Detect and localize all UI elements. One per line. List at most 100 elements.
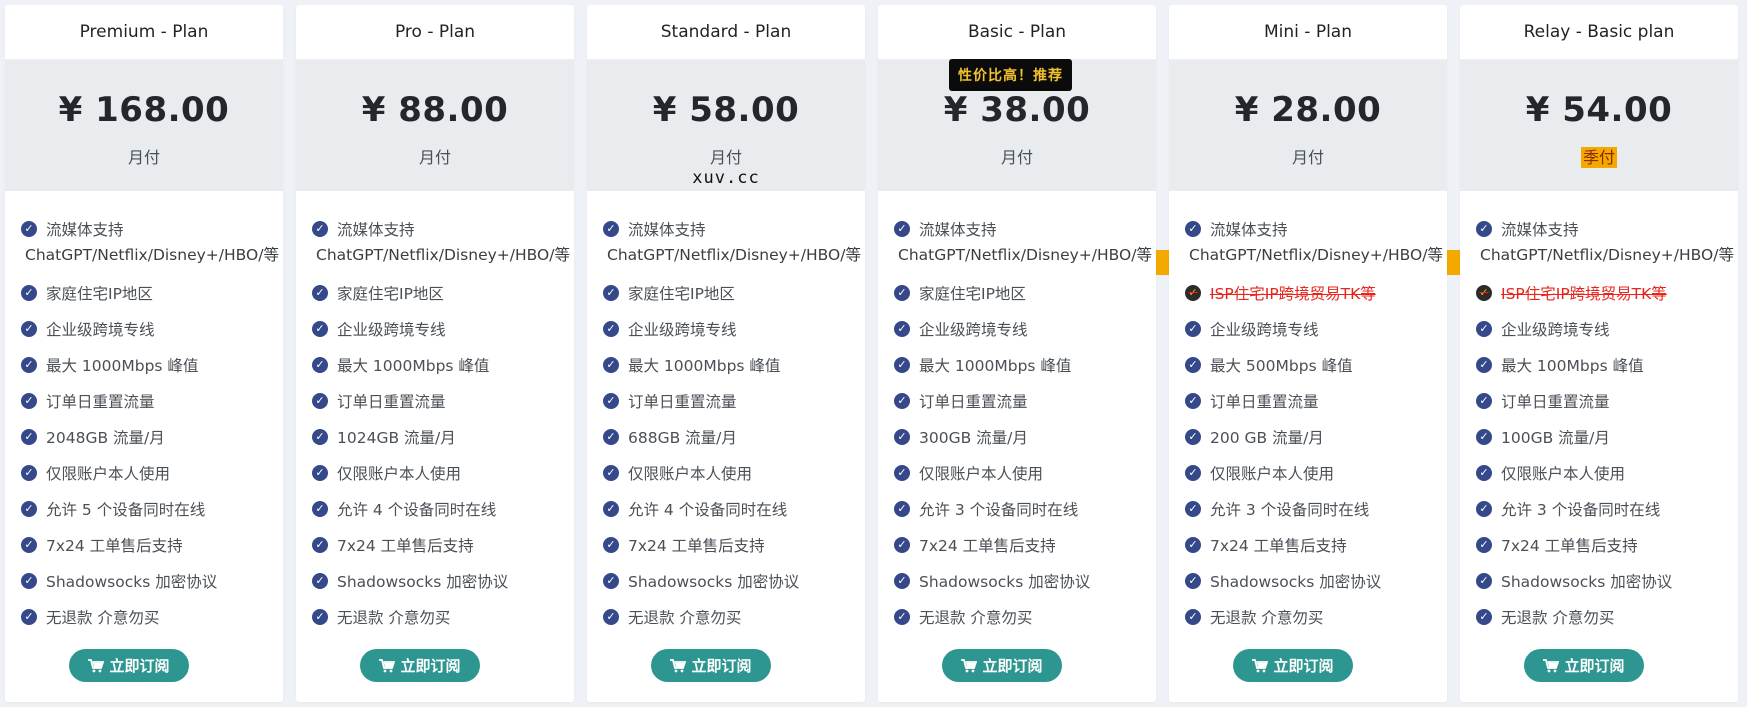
subscribe-label: 立即订阅 xyxy=(691,657,752,675)
feature-item: ✓ 企业级跨境专线 xyxy=(1169,311,1447,347)
feature-item: ✓ 无退款 介意勿买 xyxy=(587,599,865,635)
feature-text: 最大 1000Mbps 峰值 xyxy=(46,357,199,375)
check-circle-icon: ✓ xyxy=(1476,609,1492,625)
feature-text: 家庭住宅IP地区 xyxy=(919,285,1026,303)
check-circle-icon: ✓ xyxy=(603,357,619,373)
feature-text: 最大 100Mbps 峰值 xyxy=(1501,357,1644,375)
feature-text: 订单日重置流量 xyxy=(1210,393,1319,411)
check-circle-icon: ✓ xyxy=(21,393,37,409)
feature-item: ✓ 仅限账户本人使用 xyxy=(1169,455,1447,491)
feature-text: 企业级跨境专线 xyxy=(46,321,155,339)
feature-item-sub: ChatGPT/Netflix/Disney+/HBO/等 xyxy=(1169,241,1447,267)
subscribe-button[interactable]: 立即订阅 xyxy=(651,649,771,682)
feature-text: ChatGPT/Netflix/Disney+/HBO/等 xyxy=(25,246,279,264)
plan-name: Premium - Plan xyxy=(5,5,283,60)
feature-text: 允许 4 个设备同时在线 xyxy=(628,501,788,519)
feature-text: 仅限账户本人使用 xyxy=(1501,465,1626,483)
check-circle-icon: ✓ xyxy=(1185,465,1201,481)
check-circle-icon: ✓ xyxy=(312,609,328,625)
check-circle-icon: ✓ xyxy=(1185,429,1201,445)
feature-text: 订单日重置流量 xyxy=(919,393,1028,411)
feature-text: Shadowsocks 加密协议 xyxy=(46,573,218,591)
feature-item: ✓ 允许 3 个设备同时在线 xyxy=(1169,491,1447,527)
feature-item-sub: ChatGPT/Netflix/Disney+/HBO/等 xyxy=(587,241,865,267)
feature-item: ✓ Shadowsocks 加密协议 xyxy=(587,563,865,599)
check-circle-icon: ✓ xyxy=(894,221,910,237)
feature-item: ✓ 7x24 工单售后支持 xyxy=(878,527,1156,563)
shopping-cart-icon xyxy=(1543,658,1560,672)
feature-item: ✓ Shadowsocks 加密协议 xyxy=(1460,563,1738,599)
subscribe-button[interactable]: 立即订阅 xyxy=(942,649,1062,682)
feature-text: 订单日重置流量 xyxy=(337,393,446,411)
feature-item: ✓ 家庭住宅IP地区 xyxy=(587,275,865,311)
feature-text: 订单日重置流量 xyxy=(628,393,737,411)
feature-item: ✓ Shadowsocks 加密协议 xyxy=(1169,563,1447,599)
subscribe-button[interactable]: 立即订阅 xyxy=(69,649,189,682)
feature-text: Shadowsocks 加密协议 xyxy=(628,573,800,591)
feature-item-sub: ChatGPT/Netflix/Disney+/HBO/等 xyxy=(878,241,1156,267)
feature-item: ✓ 允许 3 个设备同时在线 xyxy=(878,491,1156,527)
check-circle-icon: ✓ xyxy=(603,609,619,625)
feature-text: 最大 1000Mbps 峰值 xyxy=(628,357,781,375)
feature-text: 300GB 流量/月 xyxy=(919,429,1028,447)
check-circle-icon: ✓ xyxy=(312,321,328,337)
subscribe-button[interactable]: 立即订阅 xyxy=(1524,649,1644,682)
plan-card-standard: Standard - Plan ¥ 58.00 月付 xuv.cc ✓ 流媒体支持… xyxy=(587,5,865,702)
feature-text: 订单日重置流量 xyxy=(1501,393,1610,411)
pricing-grid: Premium - Plan ¥ 168.00 月付 ✓ 流媒体支持 ChatGP… xyxy=(5,5,1738,702)
feature-item: ✓ 订单日重置流量 xyxy=(5,383,283,419)
feature-item: ✓ 家庭住宅IP地区 xyxy=(878,275,1156,311)
check-circle-icon: ✓ xyxy=(894,321,910,337)
plan-card-premium: Premium - Plan ¥ 168.00 月付 ✓ 流媒体支持 ChatGP… xyxy=(5,5,283,702)
check-circle-icon: ✓ xyxy=(1185,321,1201,337)
subscribe-button[interactable]: 立即订阅 xyxy=(360,649,480,682)
check-circle-icon: ✓ xyxy=(603,221,619,237)
feature-item: ✓ 订单日重置流量 xyxy=(878,383,1156,419)
feature-text: 仅限账户本人使用 xyxy=(919,465,1044,483)
plan-price: ¥ 168.00 xyxy=(58,90,230,130)
feature-item: ✓ 企业级跨境专线 xyxy=(878,311,1156,347)
check-circle-icon: ✓ xyxy=(1476,501,1492,517)
plan-card-relay: Relay - Basic plan ¥ 54.00 季付 ✓ 流媒体支持 Cha… xyxy=(1460,5,1738,702)
check-circle-icon: ✓ xyxy=(603,393,619,409)
feature-text: 家庭住宅IP地区 xyxy=(46,285,153,303)
feature-text: Shadowsocks 加密协议 xyxy=(337,573,509,591)
feature-text: ISP住宅IP跨境贸易TK等 xyxy=(1210,285,1376,303)
check-circle-icon: ✓ xyxy=(1476,465,1492,481)
subscribe-button[interactable]: 立即订阅 xyxy=(1233,649,1353,682)
check-circle-icon: ✓ xyxy=(21,573,37,589)
feature-text: 家庭住宅IP地区 xyxy=(628,285,735,303)
feature-list: ✓ 流媒体支持 ChatGPT/Netflix/Disney+/HBO/等 ✓ IS… xyxy=(1460,191,1738,635)
feature-text: 无退款 介意勿买 xyxy=(1501,609,1615,627)
feature-text: 无退款 介意勿买 xyxy=(337,609,451,627)
check-circle-icon: ✓ xyxy=(312,573,328,589)
feature-item: ✓ Shadowsocks 加密协议 xyxy=(5,563,283,599)
feature-text: 流媒体支持 xyxy=(628,221,706,239)
feature-text: ChatGPT/Netflix/Disney+/HBO/等 xyxy=(607,246,861,264)
feature-item-isp: ✓ ISP住宅IP跨境贸易TK等 xyxy=(1460,275,1738,311)
watermark-text: xuv.cc xyxy=(692,168,760,188)
feature-text: 流媒体支持 xyxy=(46,221,124,239)
feature-text: 允许 3 个设备同时在线 xyxy=(1210,501,1370,519)
feature-item: ✓ 仅限账户本人使用 xyxy=(1460,455,1738,491)
subscribe-label: 立即订阅 xyxy=(1273,657,1334,675)
feature-text: 最大 1000Mbps 峰值 xyxy=(919,357,1072,375)
plan-price: ¥ 54.00 xyxy=(1525,90,1673,130)
plan-name: Basic - Plan xyxy=(878,5,1156,60)
feature-text: ChatGPT/Netflix/Disney+/HBO/等 xyxy=(316,246,570,264)
feature-item: ✓ Shadowsocks 加密协议 xyxy=(296,563,574,599)
check-circle-icon: ✓ xyxy=(21,537,37,553)
feature-text: 688GB 流量/月 xyxy=(628,429,737,447)
plan-card-basic: Basic - Plan 性价比高！推荐 ¥ 38.00 月付 ✓ 流媒体支持 C… xyxy=(878,5,1156,702)
feature-item: ✓ 订单日重置流量 xyxy=(1169,383,1447,419)
feature-item: ✓ 300GB 流量/月 xyxy=(878,419,1156,455)
feature-text: 无退款 介意勿买 xyxy=(628,609,742,627)
feature-text: 流媒体支持 xyxy=(1501,221,1579,239)
check-circle-icon: ✓ xyxy=(1476,357,1492,373)
check-circle-icon: ✓ xyxy=(894,465,910,481)
check-circle-icon: ✓ xyxy=(21,609,37,625)
price-section: ¥ 28.00 月付 xyxy=(1169,60,1447,191)
feature-item-isp: ✓ ISP住宅IP跨境贸易TK等 xyxy=(1169,275,1447,311)
price-section: ¥ 58.00 月付 xuv.cc xyxy=(587,60,865,191)
check-circle-icon: ✓ xyxy=(603,573,619,589)
